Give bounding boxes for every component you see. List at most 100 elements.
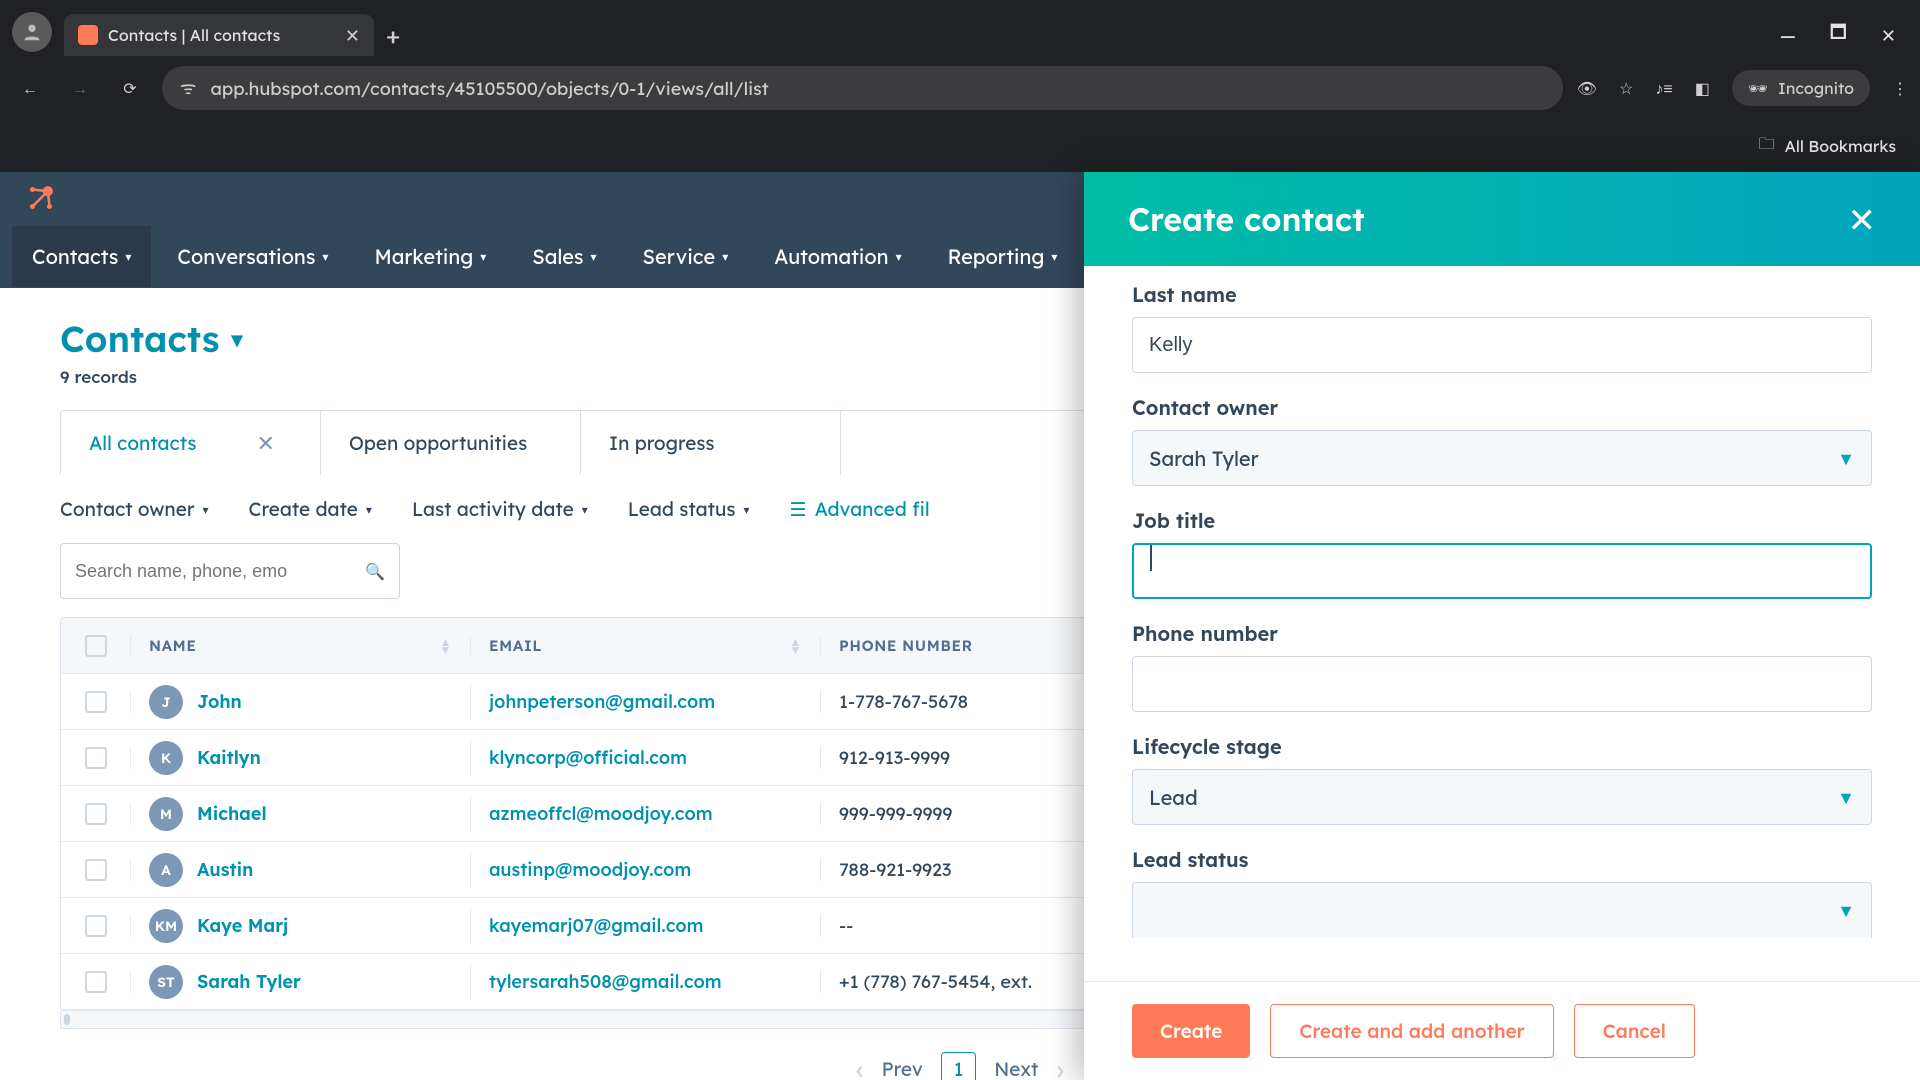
contact-name-link[interactable]: Kaitlyn — [197, 746, 261, 769]
browser-tab[interactable]: Contacts | All contacts ✕ — [64, 14, 374, 56]
select-all-checkbox[interactable] — [85, 635, 107, 657]
phone-number-field[interactable] — [1132, 656, 1872, 712]
row-checkbox[interactable] — [85, 691, 107, 713]
chevron-down-icon: ▼ — [1837, 447, 1855, 470]
contact-name-link[interactable]: Kaye Marj — [197, 914, 288, 937]
chevron-down-icon: ▼ — [1837, 899, 1855, 922]
prev-button[interactable]: Prev — [882, 1057, 923, 1080]
col-name[interactable]: NAME — [149, 636, 197, 655]
star-icon[interactable]: ☆ — [1619, 78, 1633, 98]
close-icon[interactable]: ✕ — [256, 429, 274, 457]
row-checkbox[interactable] — [85, 915, 107, 937]
reload-icon[interactable]: ⟳ — [112, 70, 148, 106]
chevron-down-icon: ▾ — [743, 502, 749, 517]
search-input-wrap: 🔍 — [60, 543, 400, 599]
incognito-chip[interactable]: 🕶 Incognito — [1732, 70, 1870, 106]
side-panel-icon[interactable]: ◧ — [1695, 78, 1710, 98]
maximize-icon[interactable]: 🗖 — [1830, 20, 1847, 50]
avatar: ST — [149, 965, 183, 999]
app-root: Contacts▾ Conversations▾ Marketing▾ Sale… — [0, 172, 1920, 1080]
filter-lead-status[interactable]: Lead status▾ — [628, 497, 750, 521]
chevron-down-icon: ▾ — [896, 249, 902, 264]
chevron-down-icon: ▾ — [722, 249, 728, 264]
next-page-icon[interactable]: › — [1056, 1051, 1064, 1080]
hubspot-logo[interactable] — [24, 181, 58, 215]
lifecycle-stage-select[interactable]: Lead▼ — [1132, 769, 1872, 825]
col-phone[interactable]: PHONE NUMBER — [839, 636, 973, 655]
row-checkbox[interactable] — [85, 803, 107, 825]
nav-reporting[interactable]: Reporting▾ — [928, 226, 1078, 287]
address-bar[interactable]: ᯤ app.hubspot.com/contacts/45105500/obje… — [162, 66, 1563, 110]
prev-page-icon[interactable]: ‹ — [856, 1051, 864, 1080]
advanced-filters[interactable]: ☰Advanced fil — [790, 497, 930, 521]
contact-email-link[interactable]: azmeoffcl@moodjoy.com — [489, 802, 713, 825]
contact-email-link[interactable]: johnpeterson@gmail.com — [489, 690, 715, 713]
contact-email-link[interactable]: tylersarah508@gmail.com — [489, 970, 722, 993]
contact-email-link[interactable]: kayemarj07@gmail.com — [489, 914, 704, 937]
profile-icon[interactable] — [12, 12, 52, 52]
filter-create-date[interactable]: Create date▾ — [249, 497, 372, 521]
contact-name-link[interactable]: John — [197, 690, 242, 713]
sort-icon[interactable]: ▲▼ — [790, 638, 802, 654]
lead-status-select[interactable]: ▼ — [1132, 882, 1872, 938]
cancel-button[interactable]: Cancel — [1574, 1004, 1695, 1058]
nav-marketing[interactable]: Marketing▾ — [354, 226, 506, 287]
close-icon[interactable]: ✕ — [1848, 198, 1877, 241]
nav-automation[interactable]: Automation▾ — [754, 226, 921, 287]
contact-email-link[interactable]: austinp@moodjoy.com — [489, 858, 691, 881]
sliders-icon: ☰ — [790, 497, 807, 521]
close-tab-icon[interactable]: ✕ — [345, 24, 360, 47]
avatar: J — [149, 685, 183, 719]
nav-service[interactable]: Service▾ — [623, 226, 749, 287]
last-name-field[interactable] — [1132, 317, 1872, 373]
last-name-label: Last name — [1132, 282, 1872, 307]
nav-sales[interactable]: Sales▾ — [512, 226, 616, 287]
contact-name-link[interactable]: Michael — [197, 802, 267, 825]
row-checkbox[interactable] — [85, 859, 107, 881]
search-icon[interactable]: 🔍 — [365, 561, 385, 581]
tab-title: Contacts | All contacts — [108, 25, 335, 45]
contact-name-link[interactable]: Austin — [197, 858, 253, 881]
chevron-down-icon: ▾ — [1051, 249, 1057, 264]
close-window-icon[interactable]: ✕ — [1881, 24, 1896, 47]
kebab-icon[interactable]: ⋮ — [1892, 78, 1908, 98]
playlist-icon[interactable]: ♪≡ — [1655, 78, 1672, 99]
all-bookmarks[interactable]: All Bookmarks — [1785, 136, 1896, 156]
forward-icon[interactable]: → — [62, 70, 98, 106]
site-info-icon[interactable]: ᯤ — [180, 76, 196, 100]
search-input[interactable] — [75, 561, 365, 582]
contact-email-link[interactable]: klyncorp@official.com — [489, 746, 687, 769]
eye-off-icon[interactable]: 👁 — [1577, 78, 1597, 98]
hubspot-favicon — [78, 25, 98, 45]
nav-conversations[interactable]: Conversations▾ — [157, 226, 348, 287]
col-email[interactable]: EMAIL — [489, 636, 542, 655]
chevron-down-icon: ▾ — [591, 249, 597, 264]
job-title-label: Job title — [1132, 508, 1872, 533]
contact-owner-select[interactable]: Sarah Tyler▼ — [1132, 430, 1872, 486]
phone-number-label: Phone number — [1132, 621, 1872, 646]
nav-contacts[interactable]: Contacts▾ — [12, 226, 151, 287]
filter-last-activity[interactable]: Last activity date▾ — [412, 497, 588, 521]
filter-contact-owner[interactable]: Contact owner▾ — [60, 497, 209, 521]
row-checkbox[interactable] — [85, 971, 107, 993]
contact-owner-label: Contact owner — [1132, 395, 1872, 420]
minimize-icon[interactable]: — — [1780, 24, 1796, 47]
new-tab-button[interactable]: + — [386, 14, 400, 56]
create-button[interactable]: Create — [1132, 1004, 1250, 1058]
create-add-another-button[interactable]: Create and add another — [1270, 1004, 1553, 1058]
sort-icon[interactable]: ▲▼ — [440, 638, 452, 654]
page-current[interactable]: 1 — [941, 1052, 977, 1080]
contact-name-link[interactable]: Sarah Tyler — [197, 970, 301, 993]
avatar: M — [149, 797, 183, 831]
view-tab-all[interactable]: All contacts ✕ — [61, 411, 321, 475]
back-icon[interactable]: ← — [12, 70, 48, 106]
create-contact-panel: Create contact ✕ Last name Contact owner… — [1084, 172, 1920, 1080]
row-checkbox[interactable] — [85, 747, 107, 769]
chevron-down-icon: ▾ — [203, 502, 209, 517]
next-button[interactable]: Next — [994, 1057, 1038, 1080]
lead-status-label: Lead status — [1132, 847, 1872, 872]
job-title-field[interactable] — [1132, 543, 1872, 599]
chevron-down-icon: ▾ — [480, 249, 486, 264]
view-tab-open-opp[interactable]: Open opportunities — [321, 411, 581, 475]
view-tab-in-progress[interactable]: In progress — [581, 411, 841, 475]
